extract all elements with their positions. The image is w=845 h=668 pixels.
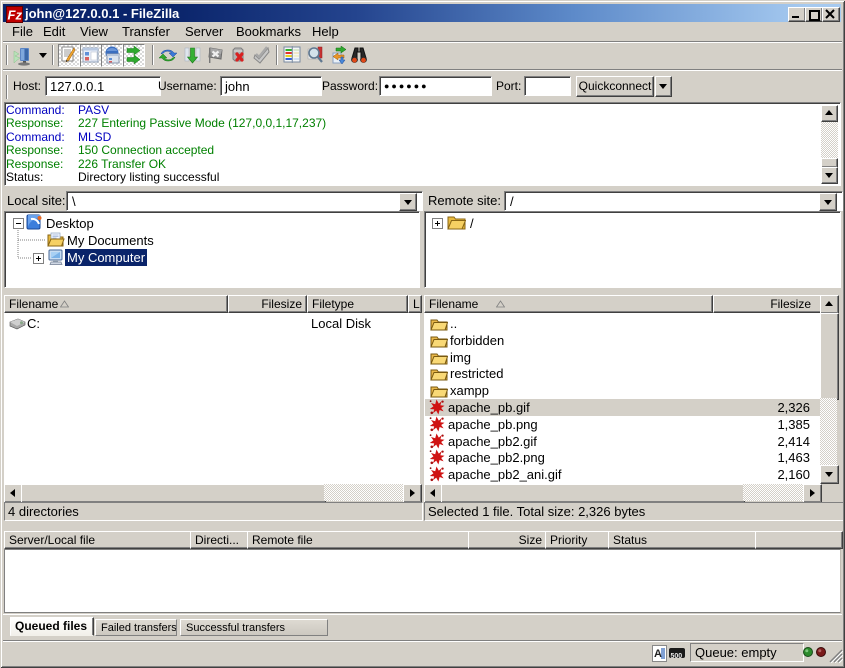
svg-text:500: 500 bbox=[671, 653, 683, 660]
svg-text:A: A bbox=[654, 648, 662, 660]
